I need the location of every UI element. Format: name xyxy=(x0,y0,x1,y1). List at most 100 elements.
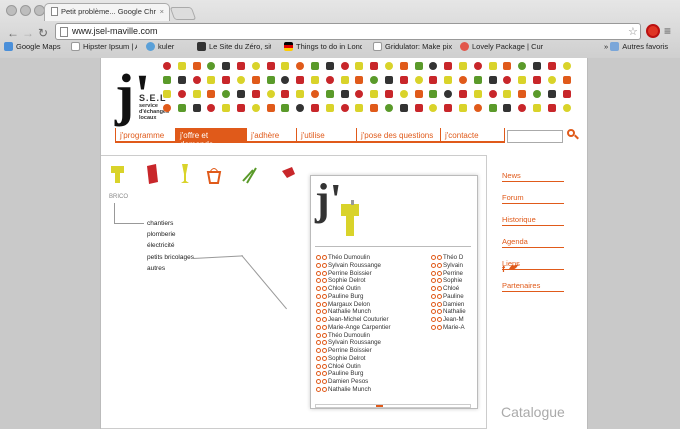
bookmark-kuler[interactable]: kuler xyxy=(146,42,174,56)
site-logo[interactable]: j' S.E.L service d'échanges locaux xyxy=(115,66,169,124)
new-tab-button[interactable] xyxy=(169,7,197,20)
link-partenaires[interactable]: Partenaires xyxy=(502,277,564,292)
name-row[interactable]: Perrine xyxy=(431,270,471,278)
bookmark-site-du-zero[interactable]: Le Site du Zéro, site xyxy=(197,42,271,56)
bookmark-gridulator[interactable]: Gridulator: Make pix xyxy=(373,42,463,56)
pattern-icon xyxy=(163,62,171,70)
nav-questions[interactable]: j'pose des questions xyxy=(356,128,440,143)
name-row[interactable]: Perrine Boissier xyxy=(316,347,391,355)
badge-icon xyxy=(431,270,436,276)
subcat-autres[interactable]: autres xyxy=(147,265,165,272)
name-row[interactable]: Sophie Delrot xyxy=(316,277,391,285)
name-row[interactable]: Sylvain xyxy=(431,262,471,270)
pattern-icon xyxy=(296,76,305,84)
name-row[interactable]: Jean-Michel Couturier xyxy=(316,316,391,324)
pattern-icon xyxy=(414,76,423,84)
search-icon[interactable] xyxy=(567,129,579,140)
name-row[interactable]: Chloé xyxy=(431,285,471,293)
bookmark-label: Hipster Ipsum | Artis xyxy=(83,42,137,51)
name-row[interactable]: Sylvain Roussange xyxy=(316,339,391,347)
pattern-icon xyxy=(251,104,260,112)
pattern-icon xyxy=(207,62,216,70)
close-tab-icon[interactable]: × xyxy=(160,7,164,16)
other-bookmarks[interactable]: » Autres favoris xyxy=(604,42,668,56)
person-name: Pauline Burg xyxy=(328,370,364,378)
drill-icon[interactable] xyxy=(109,164,127,184)
name-row[interactable]: Pauline Burg xyxy=(316,370,391,378)
nav-programme[interactable]: j'programme xyxy=(115,128,175,143)
popup-scrollbar[interactable] xyxy=(315,404,471,408)
nav-adhere[interactable]: j'adhère xyxy=(246,128,296,143)
name-row[interactable]: Nathalie xyxy=(431,308,471,316)
bookmark-hipster-ipsum[interactable]: Hipster Ipsum | Artis xyxy=(71,42,137,56)
badge-icon xyxy=(322,317,327,322)
name-row[interactable]: Sophie xyxy=(431,277,471,285)
pattern-icon xyxy=(251,62,260,70)
pattern-icon xyxy=(207,104,216,112)
search-input[interactable] xyxy=(507,130,563,143)
badge-icon xyxy=(431,286,436,291)
browser-tab[interactable]: Petit problème... Google Chr × xyxy=(44,3,170,21)
link-news[interactable]: News xyxy=(502,167,564,182)
bookmark-star-icon[interactable]: ☆ xyxy=(628,25,638,38)
pattern-icon xyxy=(340,62,349,70)
pattern-icon xyxy=(562,62,571,70)
nav-utilise[interactable]: j'utilise xyxy=(296,128,356,143)
name-row[interactable]: Sophie Delrot xyxy=(316,355,391,363)
subcat-electricite[interactable]: électricité xyxy=(147,242,174,249)
name-row[interactable]: Marie-A xyxy=(431,324,471,332)
name-row[interactable]: Damien xyxy=(431,301,471,309)
subcat-plomberie[interactable]: plomberie xyxy=(147,231,176,238)
pliers-icon[interactable] xyxy=(241,164,259,184)
bookmark-google-maps[interactable]: Google Maps xyxy=(4,42,61,56)
reload-icon[interactable]: ↻ xyxy=(38,26,48,40)
book-icon[interactable] xyxy=(143,164,161,184)
name-row[interactable]: Nathalie Munch xyxy=(316,308,391,316)
link-forum[interactable]: Forum xyxy=(502,189,564,204)
badge-icon xyxy=(316,293,321,299)
pin-icon[interactable] xyxy=(279,164,297,184)
name-row[interactable]: Perrine Boissier xyxy=(316,270,391,278)
scroll-thumb[interactable] xyxy=(376,405,383,407)
basket-icon[interactable] xyxy=(205,164,223,184)
forward-icon[interactable]: → xyxy=(22,26,34,40)
pattern-icon xyxy=(177,76,186,84)
link-agenda[interactable]: Agenda xyxy=(502,233,564,248)
link-historique[interactable]: Historique xyxy=(502,211,564,226)
name-row[interactable]: Margaux Delon xyxy=(316,301,391,309)
facebook-icon[interactable]: f xyxy=(502,264,505,274)
name-row[interactable]: Pauline Burg xyxy=(316,293,391,301)
subcat-chantiers[interactable]: chantiers xyxy=(147,220,173,227)
name-row[interactable]: Théo D xyxy=(431,254,471,262)
pattern-icon xyxy=(192,104,201,112)
name-row[interactable]: Jean-M xyxy=(431,316,471,324)
nav-offre-demande[interactable]: j'offre et demande xyxy=(175,128,246,149)
name-row[interactable]: Théo Dumoulin xyxy=(316,332,391,340)
name-row[interactable]: Nathalie Munch xyxy=(316,386,391,394)
address-bar[interactable]: www.jsel-maville.com xyxy=(55,23,641,40)
pattern-icon xyxy=(503,90,512,98)
subcat-petits-bricolages[interactable]: petits bricolages xyxy=(147,254,194,261)
nav-contacte[interactable]: j'contacte xyxy=(440,128,505,143)
back-icon[interactable]: ← xyxy=(7,26,19,40)
menu-icon[interactable]: ≡ xyxy=(664,24,671,38)
name-row[interactable]: Chloé Outin xyxy=(316,285,391,293)
minimize-window-icon[interactable] xyxy=(20,5,31,16)
badge-icon xyxy=(437,286,442,291)
pattern-icon xyxy=(340,76,349,84)
bookmark-things-to-do[interactable]: Things to do in Lond xyxy=(284,42,362,56)
badge-icon xyxy=(322,270,327,276)
name-row[interactable]: Marie-Ange Carpentier xyxy=(316,324,391,332)
badge-icon xyxy=(322,355,327,361)
name-row[interactable]: Chloé Outin xyxy=(316,363,391,371)
name-row[interactable]: Damien Pesos xyxy=(316,378,391,386)
glass-icon[interactable] xyxy=(176,164,194,184)
twitter-icon[interactable] xyxy=(508,263,519,272)
name-row[interactable]: Pauline xyxy=(431,293,471,301)
close-window-icon[interactable] xyxy=(6,5,17,16)
name-row[interactable]: Sylvain Roussange xyxy=(316,262,391,270)
extension-icon[interactable] xyxy=(646,24,660,38)
pattern-icon xyxy=(533,76,541,84)
name-row[interactable]: Théo Dumoulin xyxy=(316,254,391,262)
bookmark-lovely-package[interactable]: Lovely Package | Cur xyxy=(460,42,550,56)
